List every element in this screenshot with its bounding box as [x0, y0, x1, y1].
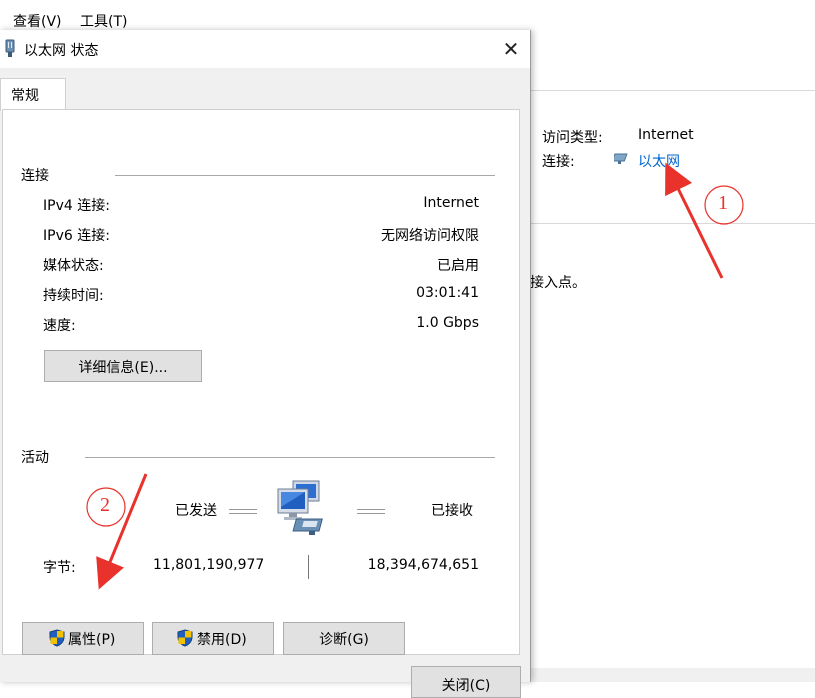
- close-button-label: 关闭(C): [441, 678, 491, 694]
- speed-label: 速度:: [43, 318, 76, 334]
- sent-line: [229, 509, 257, 514]
- tab-general-label: 常规: [11, 88, 39, 104]
- ipv4-value: Internet: [423, 195, 479, 211]
- marker-2-number: 2: [100, 494, 110, 516]
- bytes-label: 字节:: [43, 560, 76, 576]
- menu-view[interactable]: 查看(V): [13, 11, 62, 31]
- diagnose-button-label: 诊断(G): [319, 632, 369, 648]
- connection-label: 连接:: [542, 154, 575, 170]
- close-button[interactable]: 关闭(C): [411, 666, 521, 698]
- background-network-panel: 访问类型: Internet 连接: 以太网 接入点。: [530, 30, 815, 670]
- media-state-label: 媒体状态:: [43, 258, 104, 274]
- received-label: 已接收: [431, 503, 473, 519]
- general-tab-content: 连接 IPv4 连接: Internet IPv6 连接: 无网络访问权限 媒体…: [2, 109, 520, 655]
- ethernet-link[interactable]: 以太网: [638, 151, 680, 171]
- network-computers-icon: [275, 479, 339, 543]
- network-adapter-icon: [4, 39, 16, 63]
- ipv4-label: IPv4 连接:: [43, 198, 110, 214]
- ipv6-label: IPv6 连接:: [43, 228, 110, 244]
- ethernet-status-dialog: 以太网 状态 ✕ 常规 连接 IPv4 连接: Internet IPv6 连接…: [0, 30, 531, 698]
- details-button-label: 详细信息(E)...: [78, 360, 168, 376]
- background-footer: [530, 668, 815, 682]
- details-button[interactable]: 详细信息(E)...: [44, 350, 202, 382]
- section-rule: [85, 457, 495, 458]
- section-rule: [115, 175, 495, 176]
- access-type-label: 访问类型:: [542, 130, 603, 146]
- disable-button[interactable]: 禁用(D): [152, 622, 274, 655]
- bytes-sent-value: 11,801,190,977: [153, 557, 265, 573]
- activity-section-title: 活动: [21, 450, 49, 466]
- bytes-divider: [308, 555, 309, 579]
- duration-value: 03:01:41: [416, 285, 479, 301]
- close-icon[interactable]: ✕: [498, 36, 524, 62]
- received-line: [357, 509, 385, 514]
- access-type-value: Internet: [638, 127, 694, 143]
- ipv6-value: 无网络访问权限: [381, 228, 479, 244]
- shield-icon: [49, 629, 65, 651]
- properties-button-label: 属性(P): [68, 632, 116, 648]
- dialog-title: 以太网 状态: [24, 43, 99, 59]
- shield-icon: [177, 629, 193, 651]
- properties-button[interactable]: 属性(P): [22, 622, 144, 655]
- menu-tools[interactable]: 工具(T): [80, 11, 127, 31]
- speed-value: 1.0 Gbps: [416, 315, 479, 331]
- disable-button-label: 禁用(D): [197, 632, 247, 648]
- bytes-received-value: 18,394,674,651: [367, 557, 479, 573]
- divider: [530, 90, 815, 91]
- duration-label: 持续时间:: [43, 288, 104, 304]
- ethernet-small-icon: [611, 151, 632, 169]
- title-bar: 以太网 状态 ✕: [0, 30, 530, 68]
- diagnose-button[interactable]: 诊断(G): [283, 622, 405, 655]
- connection-section-title: 连接: [21, 168, 49, 184]
- sent-label: 已发送: [175, 503, 217, 519]
- media-state-value: 已启用: [437, 258, 479, 274]
- partial-text: 接入点。: [530, 275, 586, 291]
- tab-general[interactable]: 常规: [0, 78, 66, 111]
- divider: [530, 223, 815, 224]
- marker-1-number: 1: [718, 192, 728, 214]
